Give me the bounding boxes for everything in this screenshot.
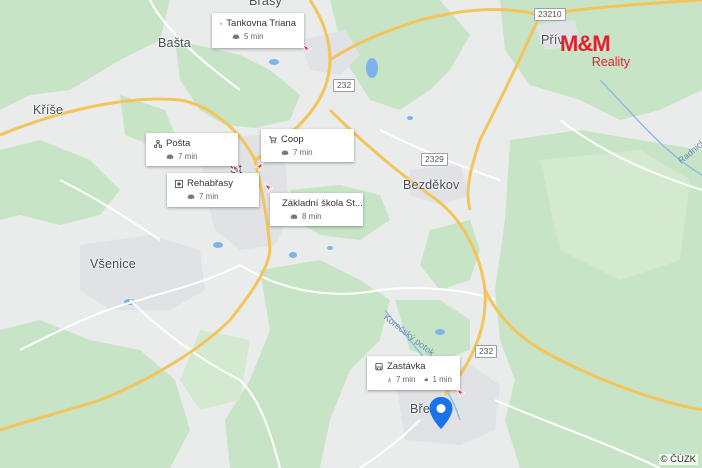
- poi-car-time: 7 min: [293, 148, 313, 157]
- poi-car-time: 8 min: [302, 212, 322, 221]
- road-shield-2329: 2329: [421, 153, 448, 166]
- poi-name: Pošta: [166, 138, 191, 149]
- poi-pointer-icon: [456, 388, 466, 398]
- walk-icon: [387, 377, 391, 383]
- car-icon: [232, 34, 240, 40]
- car-icon: [423, 378, 428, 382]
- road-shield-23210: 23210: [534, 8, 566, 21]
- poi-car-time: 7 min: [178, 152, 198, 161]
- place-label-bezdekov: Bezděkov: [403, 178, 460, 192]
- car-icon: [290, 214, 298, 220]
- poi-card-zakladni-skola[interactable]: Základní škola St... 8 min: [270, 193, 363, 226]
- car-icon: [187, 194, 195, 200]
- place-label-basta: Bašta: [158, 36, 191, 50]
- poi-car-time: 1 min: [432, 375, 452, 384]
- location-marker-icon[interactable]: [428, 396, 454, 430]
- brand-logo: M&M Reality: [560, 33, 634, 77]
- car-icon: [281, 150, 289, 156]
- restaurant-icon: [220, 22, 222, 25]
- poi-card-posta[interactable]: Pošta 7 min: [146, 133, 238, 166]
- bus-icon: [375, 362, 383, 370]
- medical-icon: [175, 179, 183, 188]
- poi-name: Základní škola St...: [282, 198, 363, 209]
- poi-name: Rehabřasy: [187, 178, 233, 189]
- poi-card-rehabrasy[interactable]: Rehabřasy 7 min: [167, 173, 259, 207]
- car-icon: [166, 154, 174, 160]
- poi-car-time: 7 min: [199, 192, 219, 201]
- poi-card-coop[interactable]: Coop 7 min: [261, 129, 354, 162]
- place-label-krise: Kříše: [33, 103, 64, 117]
- poi-card-zastavka[interactable]: Zastávka 7 min 1 min: [367, 356, 460, 390]
- poi-name: Tankovna Triana: [226, 18, 296, 29]
- road-shield-232-south: 232: [475, 345, 498, 358]
- poi-name: Zastávka: [387, 361, 426, 372]
- brand-logo-text: Reality: [591, 55, 630, 69]
- post-icon: [154, 139, 162, 148]
- map-copyright: © ČÚZK: [658, 454, 698, 465]
- poi-pointer-icon: [302, 44, 312, 54]
- poi-pointer-icon: [231, 164, 241, 174]
- road-shield-232-north: 232: [333, 79, 356, 92]
- poi-name: Coop: [281, 134, 304, 145]
- shopping-cart-icon: [269, 135, 277, 143]
- poi-pointer-icon: [254, 162, 264, 172]
- place-label-vsenice: Všenice: [90, 257, 136, 271]
- brand-logo-mark: M&M: [560, 31, 611, 56]
- poi-walk-time: 7 min: [395, 375, 416, 384]
- poi-car-time: 5 min: [244, 32, 264, 41]
- place-label-brasy: Brasy: [249, 0, 282, 8]
- poi-pointer-icon: [264, 183, 274, 193]
- poi-card-tankovna-triana[interactable]: Tankovna Triana 5 min: [212, 13, 304, 48]
